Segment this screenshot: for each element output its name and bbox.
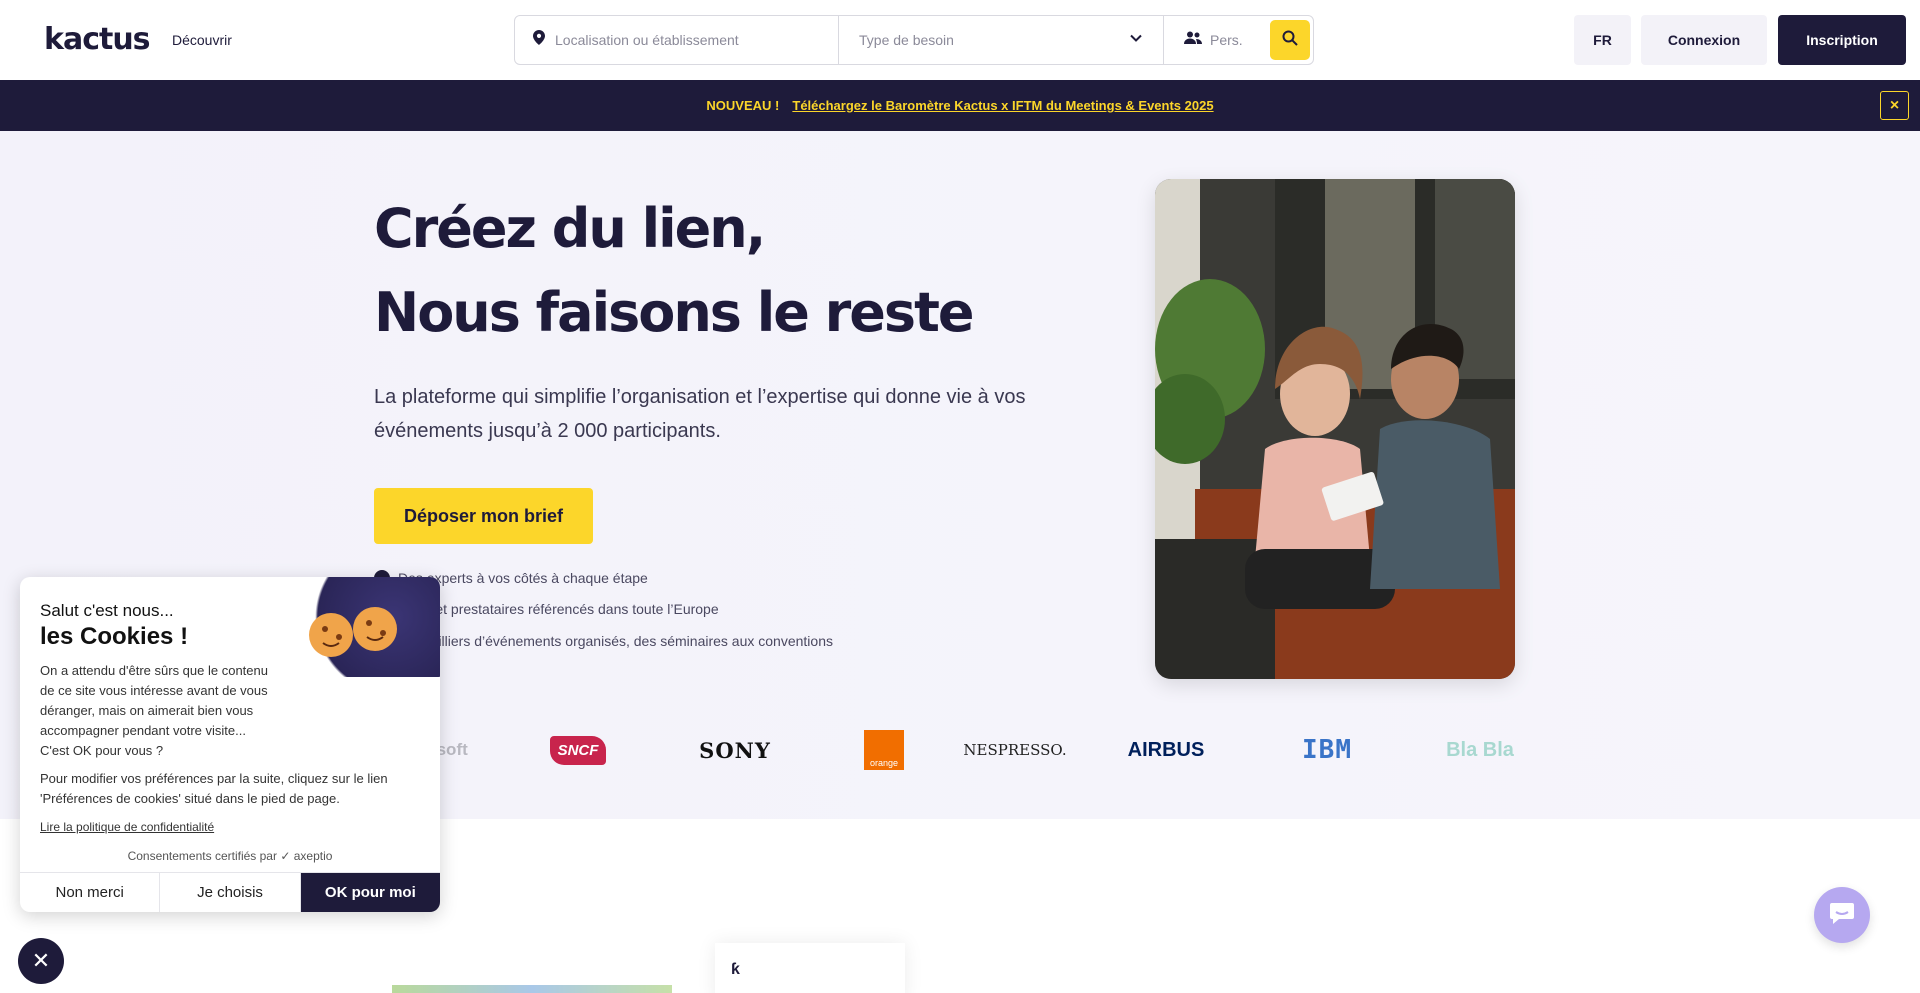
cookie-question: C'est OK pour vous ? bbox=[40, 743, 164, 758]
cookie-choose-button[interactable]: Je choisis bbox=[160, 873, 301, 912]
nav-discover[interactable]: Découvrir bbox=[172, 32, 232, 48]
search-button[interactable] bbox=[1270, 20, 1310, 60]
axeptio-label: axeptio bbox=[293, 849, 333, 863]
axeptio-icon: ✓ bbox=[280, 849, 291, 863]
cookie-close-button[interactable]: ✕ bbox=[18, 938, 64, 984]
hero-photo bbox=[1155, 179, 1515, 679]
blablacar-logo: Bla Bla bbox=[1446, 738, 1514, 761]
feature-text: Lieux et prestataires référencés dans to… bbox=[398, 601, 719, 617]
airbus-logo: AIRBUS bbox=[1127, 738, 1205, 761]
cookie-buttons: Non merci Je choisis OK pour moi bbox=[20, 872, 440, 912]
hero-title-line1: Créez du lien, bbox=[374, 197, 766, 260]
ibm-logo: IBM bbox=[1302, 735, 1352, 765]
cookie-refuse-button[interactable]: Non merci bbox=[20, 873, 161, 912]
chevron-down-icon bbox=[1129, 31, 1143, 50]
cookie-preferences-text: Pour modifier vos préférences par la sui… bbox=[40, 771, 388, 806]
map-preview bbox=[392, 985, 672, 993]
site-header: kactus Découvrir Localisation ou établis… bbox=[0, 0, 1920, 80]
search-bar: Localisation ou établissement Type de be… bbox=[514, 15, 1314, 65]
feature-text: Des milliers d’événements organisés, des… bbox=[398, 633, 833, 649]
hero-subtitle: La plateforme qui simplifie l’organisati… bbox=[374, 386, 1026, 442]
map-pin-icon bbox=[533, 30, 545, 50]
kactus-logo[interactable]: kactus bbox=[44, 22, 151, 57]
close-icon: × bbox=[1889, 96, 1900, 114]
people-input[interactable]: Pers. bbox=[1164, 16, 1264, 64]
cookie-title: les Cookies ! bbox=[40, 623, 189, 650]
sncf-logo: SNCF bbox=[546, 720, 610, 780]
banner-close-button[interactable]: × bbox=[1880, 91, 1909, 120]
announcement-banner: NOUVEAU ! Téléchargez le Baromètre Kactu… bbox=[0, 80, 1920, 131]
cookie-greeting: Salut c'est nous... bbox=[40, 601, 174, 620]
chat-icon bbox=[1829, 901, 1855, 930]
cookie-accept-button[interactable]: OK pour moi bbox=[300, 873, 440, 912]
need-type-select[interactable]: Type de besoin bbox=[839, 16, 1164, 64]
hero-title-line2: Nous faisons le reste bbox=[374, 281, 975, 344]
cookie-body-text: On a attendu d'être sûrs que le contenu … bbox=[40, 663, 268, 738]
signup-button[interactable]: Inscription bbox=[1778, 15, 1906, 65]
info-card: ƙ bbox=[715, 943, 905, 993]
cookie-body: On a attendu d'être sûrs que le contenu … bbox=[40, 661, 420, 761]
people-icon bbox=[1184, 31, 1202, 49]
kactus-mini-logo: ƙ bbox=[731, 961, 740, 978]
certified-label: Consentements certifiés par bbox=[127, 849, 277, 863]
search-icon bbox=[1282, 30, 1298, 51]
submit-brief-button[interactable]: Déposer mon brief bbox=[374, 488, 593, 544]
consent-certified: Consentements certifiés par ✓ axeptio bbox=[20, 849, 440, 863]
sony-logo: SONY bbox=[699, 737, 771, 763]
cookie-consent-dialog: Salut c'est nous... les Cookies ! On a a… bbox=[20, 577, 440, 912]
orange-logo: orange bbox=[864, 720, 904, 780]
people-placeholder: Pers. bbox=[1210, 32, 1243, 48]
location-input[interactable]: Localisation ou établissement bbox=[515, 16, 839, 64]
banner-link[interactable]: Téléchargez le Baromètre Kactus x IFTM d… bbox=[792, 98, 1213, 113]
nespresso-logo: NESPRESSO. bbox=[963, 741, 1067, 759]
close-icon: ✕ bbox=[31, 948, 51, 973]
privacy-policy-link[interactable]: Lire la politique de confidentialité bbox=[40, 820, 214, 834]
need-type-placeholder: Type de besoin bbox=[859, 32, 954, 48]
feature-item: Des milliers d’événements organisés, des… bbox=[374, 633, 833, 649]
location-placeholder: Localisation ou établissement bbox=[555, 32, 739, 48]
language-button[interactable]: FR bbox=[1574, 15, 1631, 65]
banner-new-label: NOUVEAU ! bbox=[706, 98, 780, 113]
chat-button[interactable] bbox=[1814, 887, 1870, 943]
login-button[interactable]: Connexion bbox=[1641, 15, 1767, 65]
client-logos: osoft SNCF SONY orange NESPRESSO. AIRBUS… bbox=[380, 720, 1520, 780]
